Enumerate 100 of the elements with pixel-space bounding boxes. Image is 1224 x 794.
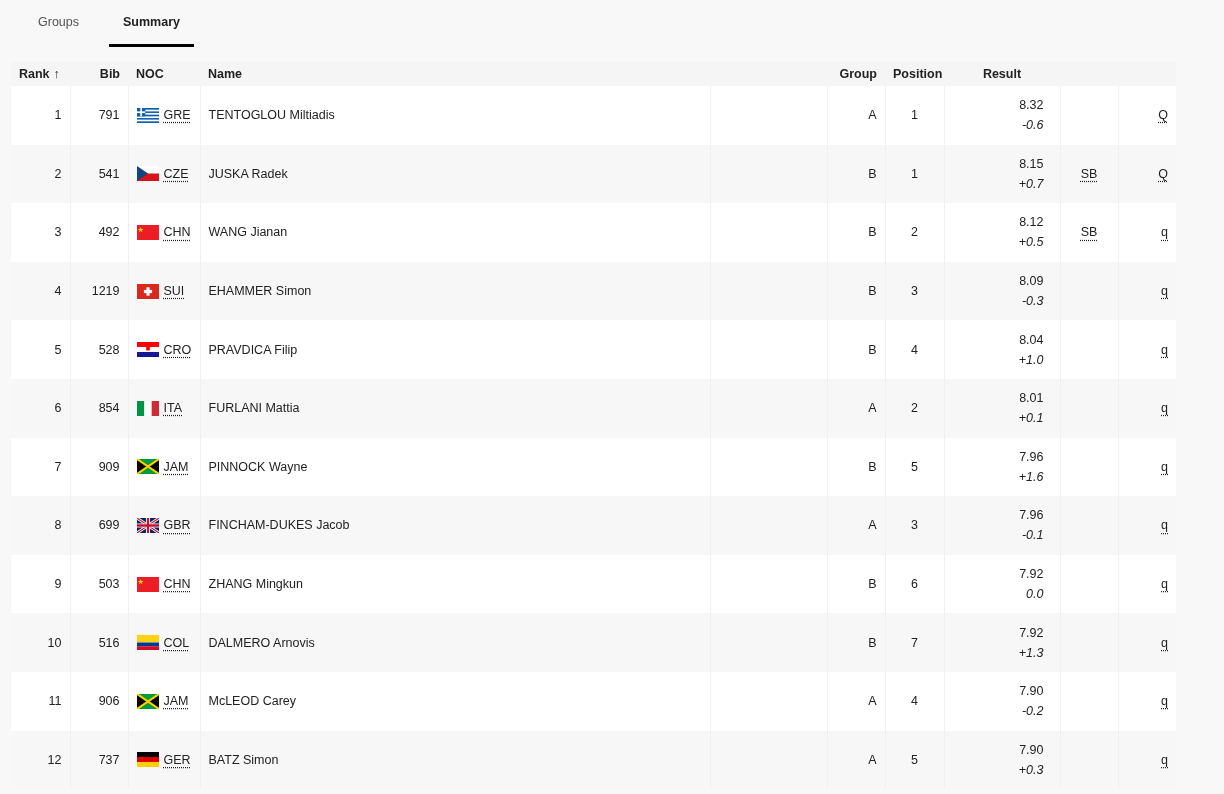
- wind-reading: 0.0: [1026, 587, 1044, 602]
- bib-cell: 791: [98, 108, 120, 123]
- group-cell: B: [868, 577, 877, 592]
- group-cell: B: [868, 166, 877, 181]
- result-mark: 8.32: [1019, 98, 1044, 113]
- group-cell: B: [868, 225, 877, 240]
- tab[interactable]: Groups: [24, 0, 103, 47]
- wind-reading: +1.3: [1018, 645, 1044, 660]
- wind-reading: +0.1: [1018, 411, 1044, 426]
- column-header: NOC: [136, 67, 164, 81]
- rank-cell: 2: [54, 166, 62, 181]
- position-cell: 1: [911, 108, 918, 123]
- position-cell: 2: [911, 225, 918, 240]
- position-cell: 4: [911, 694, 918, 709]
- result-mark: 8.01: [1019, 391, 1044, 406]
- tab[interactable]: Summary: [109, 0, 194, 47]
- rank-cell: 4: [54, 284, 62, 299]
- column-header[interactable]: Rank: [19, 67, 50, 81]
- qualification-code: q: [1161, 401, 1168, 416]
- qualification-code: q: [1161, 225, 1168, 240]
- position-cell: 3: [911, 284, 918, 299]
- country-code: GBR: [163, 518, 191, 533]
- sort-arrow-icon: ↑: [53, 67, 60, 81]
- country-code: CZE: [163, 166, 189, 181]
- result-mark: 7.96: [1019, 508, 1044, 523]
- wind-reading: -0.6: [1021, 118, 1044, 133]
- athlete-name: ZHANG Mingkun: [208, 577, 303, 592]
- country-code: GRE: [163, 108, 191, 123]
- qualification-code: q: [1161, 752, 1168, 767]
- qualification-code: Q: [1158, 166, 1168, 181]
- column-header: Result: [982, 67, 1022, 81]
- country-code: CHN: [163, 577, 191, 592]
- bib-cell: 854: [98, 401, 120, 416]
- bib-cell: 1219: [91, 284, 120, 299]
- group-cell: B: [868, 635, 877, 650]
- rank-cell: 10: [47, 635, 62, 650]
- group-cell: A: [868, 518, 877, 533]
- result-mark: 7.90: [1019, 742, 1044, 757]
- position-cell: 7: [911, 635, 918, 650]
- record-code: SB: [1080, 225, 1098, 240]
- group-cell: A: [868, 694, 877, 709]
- column-header: Bib: [99, 67, 120, 81]
- column-header: Group: [839, 67, 877, 81]
- qualification-code: Q: [1158, 108, 1168, 123]
- position-cell: 4: [911, 342, 918, 357]
- bib-cell: 541: [98, 166, 120, 181]
- qualification-code: q: [1161, 518, 1168, 533]
- wind-reading: +0.3: [1018, 762, 1044, 777]
- country-code: ITA: [163, 401, 183, 416]
- rank-cell: 11: [48, 694, 62, 709]
- athlete-name: FURLANI Mattia: [208, 401, 300, 416]
- wind-reading: -0.2: [1021, 704, 1044, 719]
- result-mark: 7.92: [1019, 567, 1044, 582]
- bib-cell: 906: [98, 694, 120, 709]
- athlete-name: PRAVDICA Filip: [208, 342, 298, 357]
- rank-cell: 7: [54, 459, 62, 474]
- result-mark: 8.15: [1019, 156, 1044, 171]
- position-cell: 1: [911, 166, 918, 181]
- athlete-name: TENTOGLOU Miltiadis: [208, 108, 335, 123]
- qualification-code: q: [1161, 577, 1168, 592]
- qualification-code: q: [1161, 342, 1168, 357]
- country-code: GER: [163, 752, 191, 767]
- rank-cell: 5: [54, 342, 62, 357]
- group-cell: B: [868, 342, 877, 357]
- country-code: COL: [163, 635, 190, 650]
- group-cell: B: [868, 459, 877, 474]
- qualification-code: q: [1161, 635, 1168, 650]
- country-code: JAM: [163, 694, 189, 709]
- rank-cell: 1: [54, 108, 62, 123]
- group-cell: A: [868, 752, 877, 767]
- athlete-name: McLEOD Carey: [208, 694, 297, 709]
- position-cell: 3: [911, 518, 918, 533]
- wind-reading: +0.7: [1018, 176, 1044, 191]
- qualification-code: q: [1161, 459, 1168, 474]
- group-cell: A: [868, 108, 877, 123]
- athlete-name: BATZ Simon: [208, 752, 279, 767]
- wind-reading: +1.0: [1018, 352, 1044, 367]
- rank-cell: 3: [54, 225, 62, 240]
- rank-cell: 6: [54, 401, 62, 416]
- country-code: JAM: [163, 459, 189, 474]
- bib-cell: 528: [98, 342, 120, 357]
- rank-cell: 8: [54, 518, 62, 533]
- bib-cell: 503: [98, 577, 120, 592]
- position-cell: 5: [911, 459, 918, 474]
- athlete-name: FINCHAM-DUKES Jacob: [208, 518, 350, 533]
- bib-cell: 516: [98, 635, 120, 650]
- result-mark: 7.92: [1019, 625, 1044, 640]
- result-mark: 8.12: [1019, 215, 1044, 230]
- athlete-name: EHAMMER Simon: [208, 284, 312, 299]
- athlete-name: DALMERO Arnovis: [208, 635, 315, 650]
- country-code: SUI: [163, 284, 185, 299]
- bib-cell: 737: [98, 752, 120, 767]
- column-header: Name: [208, 67, 243, 81]
- position-cell: 5: [911, 752, 918, 767]
- athlete-name: WANG Jianan: [208, 225, 288, 240]
- group-cell: A: [868, 401, 877, 416]
- record-code: SB: [1080, 166, 1098, 181]
- column-header: Position: [893, 67, 943, 81]
- position-cell: 6: [911, 577, 918, 592]
- wind-reading: +1.6: [1018, 469, 1044, 484]
